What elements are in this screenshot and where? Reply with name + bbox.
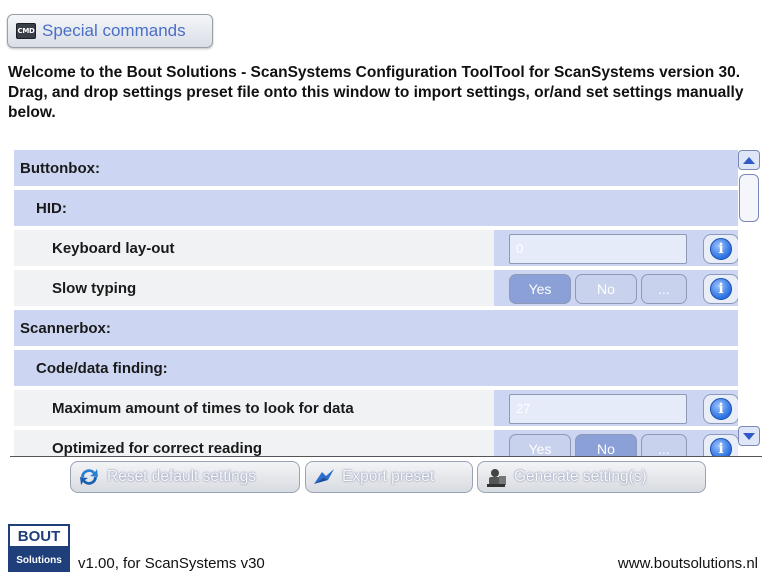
version-text: v1.00, for ScanSystems v30	[78, 555, 265, 572]
info-icon: i	[710, 278, 732, 300]
generate-settings-button[interactable]: Generate setting(s)	[477, 461, 706, 493]
export-label: Export preset	[342, 468, 435, 485]
yes-button[interactable]: Yes	[509, 274, 571, 304]
scroll-down-icon	[743, 432, 755, 440]
generate-icon	[487, 469, 506, 487]
info-button[interactable]: i	[703, 234, 738, 264]
info-button[interactable]: i	[703, 434, 738, 456]
info-button[interactable]: i	[703, 274, 738, 304]
logo-top: BOUT	[8, 524, 70, 548]
export-preset-button[interactable]: Export preset	[305, 461, 473, 493]
section-buttonbox: Buttonbox:	[14, 150, 738, 188]
special-commands-label: Special commands	[42, 21, 186, 40]
section-scannerbox: Scannerbox:	[14, 310, 738, 348]
section-label: HID:	[36, 199, 67, 217]
setting-max-times: Maximum amount of times to look for data…	[14, 390, 738, 428]
section-label: Scannerbox:	[20, 319, 111, 337]
export-icon	[314, 469, 334, 484]
scrollbar[interactable]	[738, 150, 760, 446]
setting-label: Optimized for correct reading	[52, 439, 263, 457]
reset-icon	[80, 469, 98, 485]
bout-solutions-logo: BOUT Solutions	[8, 524, 70, 572]
info-button[interactable]: i	[703, 394, 738, 424]
scroll-up-button[interactable]	[738, 150, 760, 170]
divider	[10, 456, 762, 457]
section-label: Buttonbox:	[20, 159, 100, 177]
max-times-input[interactable]: 27	[509, 394, 687, 424]
no-button[interactable]: No	[575, 434, 637, 456]
scroll-up-icon	[743, 156, 755, 164]
cmd-icon: CMD	[16, 23, 36, 39]
setting-label: Slow typing	[52, 279, 137, 297]
info-icon: i	[710, 398, 732, 420]
setting-label: Maximum amount of times to look for data	[52, 399, 354, 417]
keyboard-layout-input[interactable]: 0	[509, 234, 687, 264]
more-button[interactable]: ...	[641, 434, 687, 456]
special-commands-button[interactable]: CMD Special commands	[7, 14, 213, 48]
section-hid: HID:	[14, 190, 738, 228]
generate-label: Generate setting(s)	[514, 468, 647, 485]
no-button[interactable]: No	[575, 274, 637, 304]
setting-keyboard-layout: Keyboard lay-out 0 i	[14, 230, 738, 268]
section-code-data-finding: Code/data finding:	[14, 350, 738, 388]
setting-partial-row: Optimized for correct reading Yes No ...…	[14, 430, 738, 456]
yes-button[interactable]: Yes	[509, 434, 571, 456]
scroll-thumb[interactable]	[739, 174, 759, 222]
reset-default-settings-button[interactable]: Reset default settings	[70, 461, 300, 493]
welcome-text: Welcome to the Bout Solutions - ScanSyst…	[8, 64, 744, 121]
setting-label: Keyboard lay-out	[52, 239, 175, 257]
logo-bottom: Solutions	[8, 548, 70, 572]
settings-panel: Buttonbox: HID: Keyboard lay-out 0 i Slo…	[14, 150, 738, 456]
info-icon: i	[710, 238, 732, 260]
scroll-down-button[interactable]	[738, 426, 760, 446]
section-label: Code/data finding:	[36, 359, 168, 377]
info-icon: i	[710, 438, 732, 456]
setting-slow-typing: Slow typing Yes No ... i	[14, 270, 738, 308]
more-button[interactable]: ...	[641, 274, 687, 304]
website-link[interactable]: www.boutsolutions.nl	[618, 555, 758, 572]
reset-label: Reset default settings	[107, 468, 257, 485]
